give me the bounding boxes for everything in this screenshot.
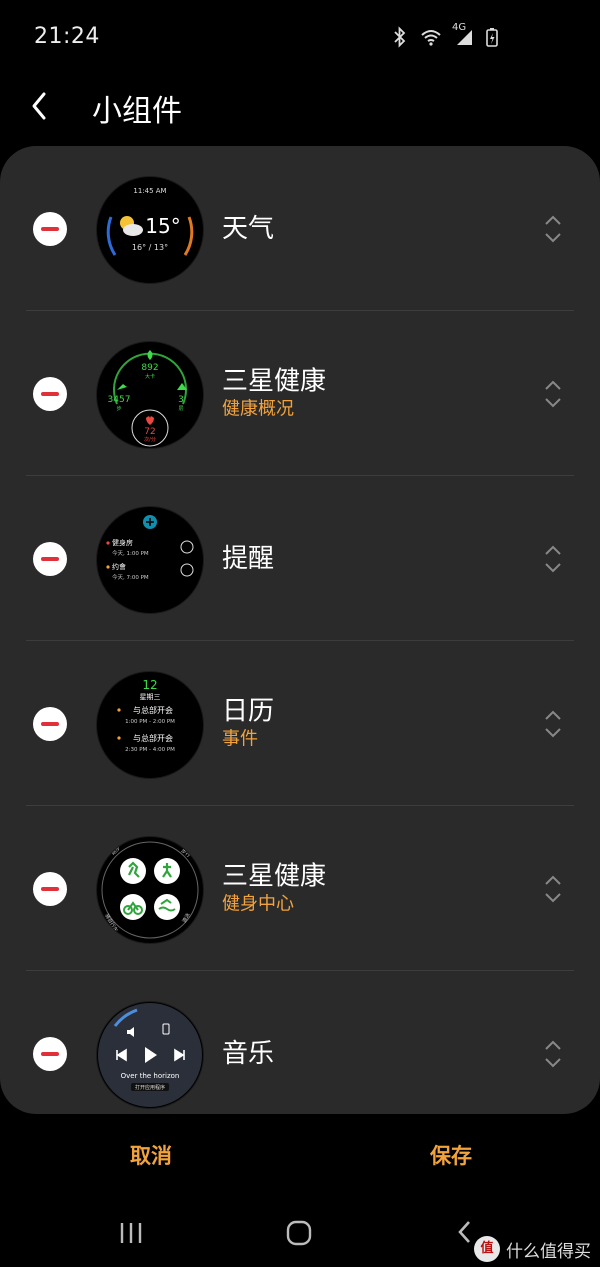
bluetooth-icon	[392, 26, 408, 52]
recent-apps-icon	[120, 1223, 142, 1243]
widget-row-weather[interactable]: 11:45 AM 15° 16° / 13° 天气	[0, 146, 600, 311]
watermark-logo: 值	[474, 1236, 500, 1262]
weather-widget-preview: 11:45 AM 15° 16° / 13°	[96, 175, 204, 284]
calendar-day: 12	[142, 678, 157, 692]
health-fitness-widget-preview: 跑步 步行 骑自行车 游泳	[96, 835, 204, 944]
home-icon	[286, 1220, 312, 1246]
steps-unit: 步	[116, 406, 121, 412]
reorder-handle[interactable]	[540, 212, 566, 246]
save-button[interactable]: 保存	[430, 1140, 472, 1170]
reminder-item-1: 健身房	[112, 538, 133, 547]
floors-unit: 层	[178, 406, 183, 412]
reorder-handle[interactable]	[540, 872, 566, 906]
reorder-handle[interactable]	[540, 707, 566, 741]
widget-title: 日历	[222, 696, 275, 727]
reminder-item-1-time: 今天, 1:00 PM	[112, 549, 149, 557]
remove-music-button[interactable]	[33, 1036, 67, 1071]
widget-title: 三星健康	[222, 366, 327, 397]
status-time: 21:24	[34, 24, 100, 49]
widget-title: 音乐	[222, 1038, 275, 1069]
widget-list: 11:45 AM 15° 16° / 13° 天气 892 大卡 3457 步	[0, 146, 600, 1114]
bottom-actions: 取消 保存	[0, 1126, 600, 1186]
fitness-label-cycle: 骑自行车	[103, 912, 119, 933]
widget-row-health-overview[interactable]: 892 大卡 3457 步 3 层 72 次/分 三星健康 健康概况	[0, 311, 600, 476]
calendar-event-2: 与总部开会	[133, 733, 173, 743]
heart-rate-unit: 次/分	[144, 436, 156, 443]
nav-back-icon	[458, 1221, 470, 1243]
music-open-app: 打开应用程序	[135, 1084, 165, 1091]
widget-subtitle: 事件	[222, 728, 258, 750]
signal-icon: 4G	[452, 22, 474, 50]
widget-title: 天气	[222, 213, 275, 244]
calendar-event-1: 与总部开会	[133, 705, 173, 715]
heart-rate-value: 72	[144, 427, 155, 437]
battery-charging-icon	[486, 27, 498, 51]
widget-row-music[interactable]: Over the horizon 打开应用程序 音乐	[0, 971, 600, 1114]
widget-title: 提醒	[222, 543, 275, 574]
calories-value: 892	[141, 363, 158, 373]
reorder-handle[interactable]	[540, 542, 566, 576]
cancel-button[interactable]: 取消	[130, 1140, 172, 1170]
widget-subtitle: 健身中心	[222, 893, 294, 915]
reorder-handle[interactable]	[540, 377, 566, 411]
nav-back-button[interactable]	[455, 1218, 475, 1246]
widget-row-calendar[interactable]: 12 星期三 与总部开会 1:00 PM - 2:00 PM 与总部开会 2:3…	[0, 641, 600, 806]
app-header: 小组件	[0, 76, 600, 140]
back-button[interactable]	[24, 86, 56, 126]
calendar-widget-preview: 12 星期三 与总部开会 1:00 PM - 2:00 PM 与总部开会 2:3…	[96, 670, 204, 779]
steps-value: 3457	[108, 395, 131, 405]
calendar-event-1-time: 1:00 PM - 2:00 PM	[125, 719, 175, 725]
weather-range-text: 16° / 13°	[132, 243, 168, 252]
recent-apps-button[interactable]	[118, 1220, 144, 1246]
watermark-text: 什么值得买	[506, 1241, 591, 1262]
calendar-event-2-time: 2:30 PM - 4:00 PM	[125, 747, 175, 753]
fitness-label-run: 跑步	[110, 844, 122, 856]
calories-unit: 大卡	[145, 373, 155, 380]
widget-title: 三星健康	[222, 861, 327, 892]
remove-reminder-button[interactable]	[33, 541, 67, 576]
music-song-title: Over the horizon	[121, 1072, 180, 1080]
watermark: 值 什么值得买	[474, 1236, 591, 1262]
page-title: 小组件	[92, 94, 182, 129]
fitness-label-walk: 步行	[180, 847, 192, 859]
reorder-icon	[545, 875, 561, 902]
health-overview-widget-preview: 892 大卡 3457 步 3 层 72 次/分	[96, 340, 204, 449]
reminder-item-2: 约會	[112, 562, 126, 571]
widget-row-health-fitness[interactable]: 跑步 步行 骑自行车 游泳 三星健康 健身中心	[0, 806, 600, 971]
wifi-icon	[420, 28, 442, 50]
reorder-handle[interactable]	[540, 1037, 566, 1071]
home-button[interactable]	[286, 1220, 312, 1246]
weather-temp-text: 15°	[145, 214, 180, 238]
remove-health-fitness-button[interactable]	[33, 871, 67, 906]
back-arrow-icon	[32, 92, 46, 120]
reminder-item-2-time: 今天, 7:00 PM	[112, 573, 149, 581]
widget-row-reminder[interactable]: 健身房 今天, 1:00 PM 约會 今天, 7:00 PM 提醒	[0, 476, 600, 641]
reorder-icon	[545, 380, 561, 407]
calendar-weekday: 星期三	[140, 693, 161, 701]
reminder-widget-preview: 健身房 今天, 1:00 PM 约會 今天, 7:00 PM	[96, 505, 204, 614]
remove-weather-button[interactable]	[33, 211, 67, 246]
remove-health-overview-button[interactable]	[33, 376, 67, 411]
status-bar: 21:24 4G	[0, 0, 600, 76]
reorder-icon	[545, 545, 561, 572]
weather-time-text: 11:45 AM	[133, 187, 166, 195]
remove-calendar-button[interactable]	[33, 706, 67, 741]
reorder-icon	[545, 710, 561, 737]
floors-value: 3	[178, 395, 184, 405]
widget-subtitle: 健康概况	[222, 398, 294, 420]
status-icons: 4G	[392, 22, 498, 52]
network-type: 4G	[452, 22, 467, 33]
reorder-icon	[545, 215, 561, 242]
fitness-label-swim: 游泳	[181, 911, 192, 923]
reorder-icon	[545, 1040, 561, 1067]
music-widget-preview: Over the horizon 打开应用程序	[96, 1000, 204, 1109]
